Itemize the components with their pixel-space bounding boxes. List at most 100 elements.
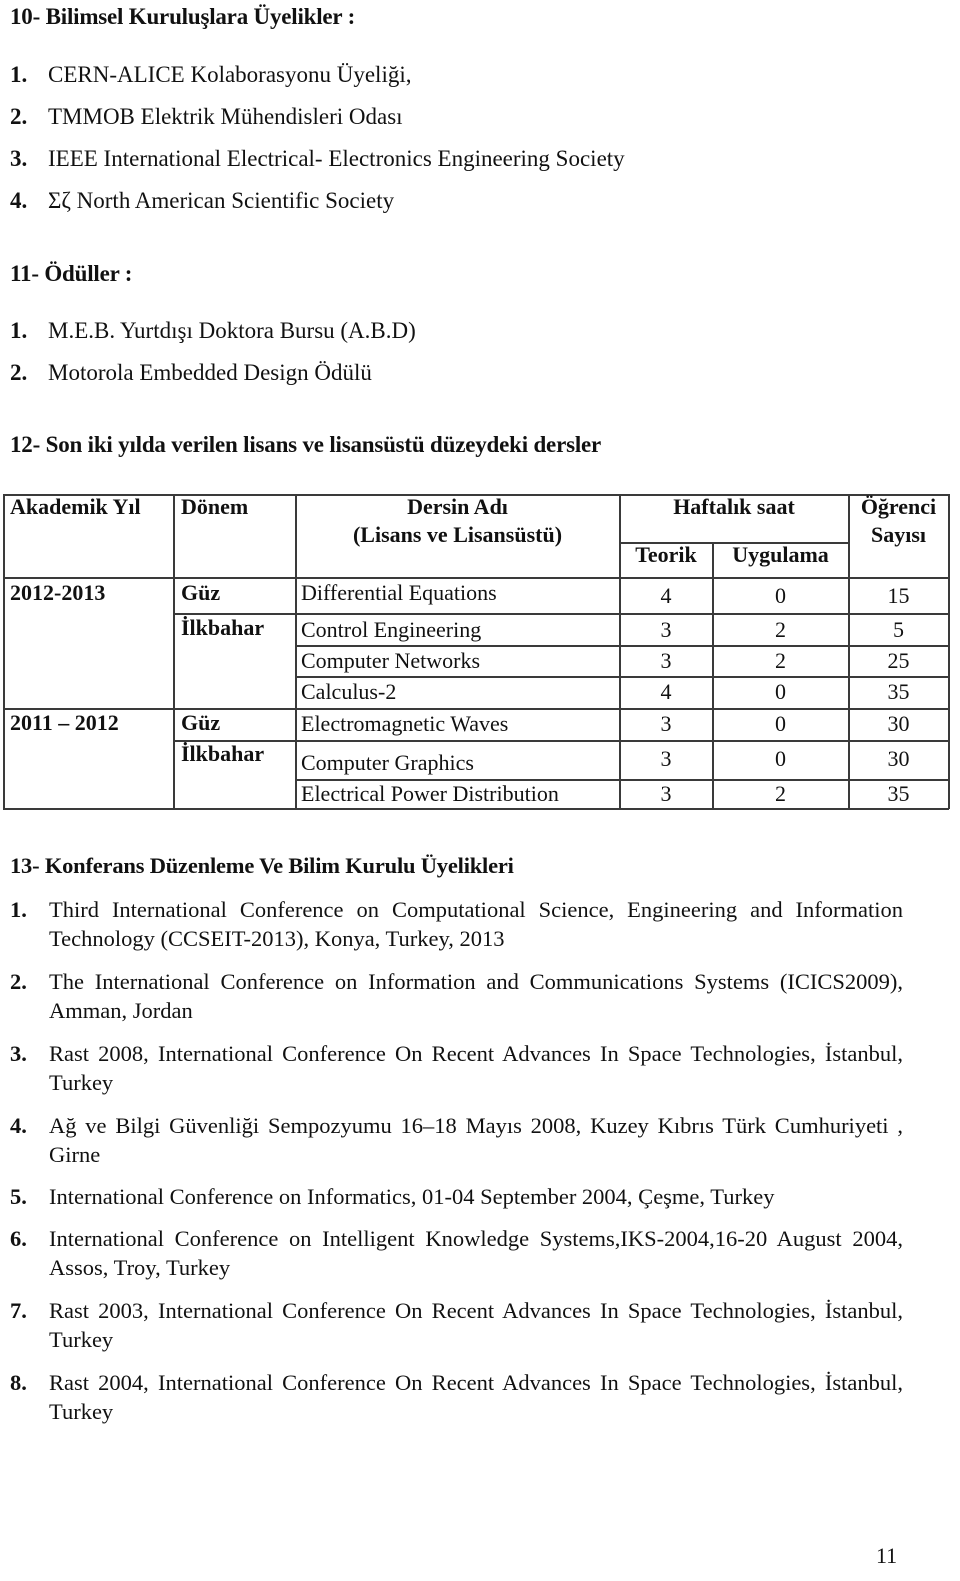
course-name: Control Engineering [301,617,482,642]
section-12-heading: 12- Son iki yılda verilen lisans ve lisa… [10,432,602,457]
theory-hours: 3 [660,781,672,806]
conference-item: 6. International Conference on Intellige… [10,1224,903,1282]
student-count: 15 [887,583,910,608]
item-number: 7. [10,1298,27,1323]
term-cell: Güz [181,710,221,735]
header-term: Dönem [181,494,249,519]
section-10-heading: 10- Bilimsel Kuruluşlara Üyelikler : [10,4,356,29]
item-text: Rast 2003, International Conference On R… [49,1298,903,1352]
item-number: 2. [10,104,28,129]
theory-hours: 3 [660,617,672,642]
item-number: 5. [10,1184,27,1209]
item-number: 6. [10,1226,27,1251]
membership-item: 4. Σζ North American Scientific Society [10,188,810,216]
course-name: Computer Networks [301,648,481,673]
header-students-count: Sayısı [870,522,927,547]
table-row-line [295,676,949,678]
item-text: Third International Conference on Comput… [49,897,903,951]
item-text: The International Conference on Informat… [49,969,903,1023]
table-header-bottom [3,577,949,579]
term-cell: Güz [181,580,221,605]
item-number: 1. [10,318,28,343]
table-col-line [173,494,175,809]
item-text: Ağ ve Bilgi Güvenliği Sempozyumu 16–18 M… [49,1113,903,1167]
header-weekly-hours: Haftalık saat [673,494,795,519]
membership-item: 3. IEEE International Electrical- Electr… [10,146,810,174]
table-border-right [948,494,950,809]
header-academic-year: Akademik Yıl [10,494,141,519]
header-practice: Uygulama [732,542,829,567]
theory-hours: 4 [660,583,672,608]
item-number: 2. [10,360,28,385]
student-count: 30 [887,711,910,736]
practice-hours: 2 [775,648,786,673]
student-count: 30 [887,746,910,771]
item-number: 2. [10,969,27,994]
theory-hours: 3 [660,711,672,736]
page-number: 11 [876,1543,898,1568]
item-number: 3. [10,1041,27,1066]
conference-item: 8. Rast 2004, International Conference O… [10,1368,903,1426]
membership-item: 2. TMMOB Elektrik Mühendisleri Odası [10,104,810,132]
section-13-heading: 13- Konferans Düzenleme Ve Bilim Kurulu … [10,853,514,878]
item-text: Motorola Embedded Design Ödülü [48,360,372,385]
student-count: 25 [887,648,910,673]
section-11-heading: 11- Ödüller : [10,261,133,286]
student-count: 35 [887,679,910,704]
item-text: International Conference on Intelligent … [49,1226,903,1280]
item-text: Σζ North American Scientific Society [48,188,395,213]
term-cell: İlkbahar [181,615,265,640]
practice-hours: 2 [775,781,786,806]
course-name: Computer Graphics [301,750,474,775]
student-count: 35 [887,781,910,806]
table-row-line [173,613,949,615]
table-row-line [3,708,949,710]
conference-item: 7. Rast 2003, International Conference O… [10,1296,903,1354]
item-text: CERN-ALICE Kolaborasyonu Üyeliği, [48,62,412,87]
course-name: Electromagnetic Waves [301,711,509,736]
item-text: International Conference on Informatics,… [49,1184,775,1209]
item-text: M.E.B. Yurtdışı Doktora Bursu (A.B.D) [48,318,416,343]
item-number: 8. [10,1370,27,1395]
item-number: 4. [10,188,28,213]
theory-hours: 3 [660,648,672,673]
table-border-left [3,494,5,809]
table-row-line [173,740,949,742]
practice-hours: 0 [775,711,786,736]
conference-item: 2. The International Conference on Infor… [10,967,903,1025]
header-course-level: (Lisans ve Lisansüstü) [352,522,563,547]
course-name: Electrical Power Distribution [301,781,559,806]
conference-item: 3. Rast 2008, International Conference O… [10,1039,903,1097]
header-students: Öğrenci [860,494,937,519]
practice-hours: 0 [775,583,786,608]
award-item: 1. M.E.B. Yurtdışı Doktora Bursu (A.B.D) [10,318,810,346]
item-text: IEEE International Electrical- Electroni… [48,146,625,171]
item-text: Rast 2008, International Conference On R… [49,1041,903,1095]
table-row-line [295,645,949,647]
conference-item: 1. Third International Conference on Com… [10,895,903,953]
item-number: 1. [10,62,28,87]
conference-item: 5. International Conference on Informati… [10,1182,903,1211]
table-border-bottom [3,808,949,810]
item-text: Rast 2004, International Conference On R… [49,1370,903,1424]
student-count: 5 [893,617,904,642]
practice-hours: 0 [775,746,786,771]
practice-hours: 2 [775,617,786,642]
header-course-name: Dersin Adı [407,494,508,519]
item-number: 3. [10,146,28,171]
award-item: 2. Motorola Embedded Design Ödülü [10,360,810,388]
academic-year-cell: 2011 – 2012 [10,710,119,735]
header-theory: Teorik [635,542,697,567]
course-name: Calculus-2 [301,679,397,704]
theory-hours: 3 [660,746,672,771]
course-name: Differential Equations [301,580,497,605]
practice-hours: 0 [775,679,786,704]
academic-year-cell: 2012-2013 [10,580,106,605]
item-number: 4. [10,1113,27,1138]
theory-hours: 4 [660,679,672,704]
item-number: 1. [10,897,27,922]
item-text: TMMOB Elektrik Mühendisleri Odası [48,104,403,129]
term-cell: İlkbahar [181,741,265,766]
conference-item: 4. Ağ ve Bilgi Güvenliği Sempozyumu 16–1… [10,1111,903,1169]
membership-item: 1. CERN-ALICE Kolaborasyonu Üyeliği, [10,62,810,90]
